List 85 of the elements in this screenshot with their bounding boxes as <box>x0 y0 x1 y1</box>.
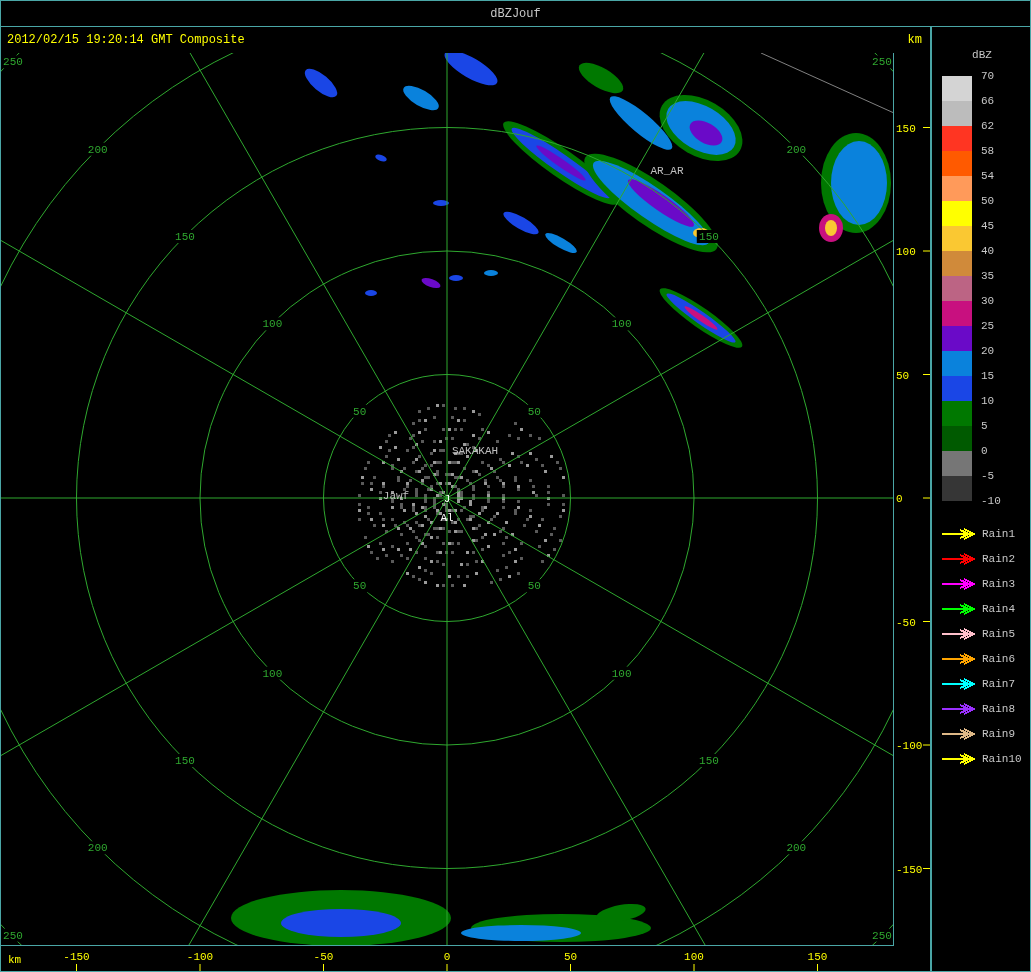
range-ring-label: 200 <box>87 842 108 855</box>
place-label: J <box>443 493 451 505</box>
scale-label: 25 <box>981 319 996 334</box>
range-ring-label: 200 <box>786 842 807 855</box>
track-label: Rain6 <box>982 652 1015 667</box>
axis-tick <box>323 963 324 971</box>
range-ring-label: 150 <box>699 231 719 243</box>
range-ring-label: 100 <box>611 667 632 680</box>
x-axis-label: -150 <box>63 951 90 963</box>
scale-label: 0 <box>981 444 989 459</box>
range-ring-label: 150 <box>175 231 195 243</box>
axis-tick <box>922 621 930 622</box>
track-label: Rain5 <box>982 627 1015 642</box>
axis-tick <box>922 497 930 499</box>
track-label: Rain2 <box>982 552 1015 567</box>
range-ring-label: 100 <box>262 318 283 331</box>
y-axis-label: -50 <box>896 616 916 629</box>
scale-label: 5 <box>981 419 989 434</box>
y-axis-label: -100 <box>896 740 923 752</box>
axis-tick <box>922 250 930 252</box>
place-label: Jawf <box>382 490 410 502</box>
x-axis-label: 150 <box>807 951 828 963</box>
x-axis-label: 100 <box>684 951 704 963</box>
y-axis-label: 50 <box>896 369 910 382</box>
range-ring-label: 100 <box>611 318 632 331</box>
range-ring-label: 100 <box>262 667 283 680</box>
range-ring-label: 50 <box>353 405 367 418</box>
axis-tick <box>570 963 571 971</box>
window-title: dBZJouf <box>490 6 541 21</box>
axis-tick <box>446 963 448 971</box>
track-label: Rain3 <box>982 577 1015 592</box>
scale-label: -5 <box>981 469 996 484</box>
range-ring-label: 50 <box>353 580 367 593</box>
scale-label: -10 <box>981 494 1001 509</box>
range-ring-label: 250 <box>872 56 892 69</box>
scale-label: 15 <box>981 369 996 384</box>
track-label: Rain1 <box>982 527 1015 542</box>
y-axis-label: -150 <box>896 863 923 876</box>
scale-label: 54 <box>981 169 996 184</box>
track-label: Rain8 <box>982 702 1015 717</box>
scale-label: 50 <box>981 194 996 209</box>
y-axis-label: 0 <box>896 493 903 505</box>
track-label: Rain9 <box>982 727 1015 742</box>
range-ring-label: 50 <box>527 405 541 418</box>
scale-label: 70 <box>981 69 996 84</box>
y-axis-label: 100 <box>896 246 916 258</box>
axis-unit-label: km <box>8 954 22 966</box>
axis-tick <box>76 963 77 971</box>
y-axis-label: 150 <box>896 122 916 135</box>
scale-label: 20 <box>981 344 996 359</box>
x-axis-label: -100 <box>186 951 214 963</box>
axis-tick <box>922 744 930 746</box>
timestamp-label: 2012/02/15 19:20:14 GMT Composite <box>7 33 245 47</box>
scale-label: 58 <box>981 144 996 159</box>
axis-tick <box>199 963 201 971</box>
legend-unit: dBZ <box>972 49 992 61</box>
scale-label: 35 <box>981 269 996 284</box>
scale-label: 45 <box>981 219 996 234</box>
axis-unit-label: km <box>907 33 922 47</box>
x-axis-label: 50 <box>563 951 578 963</box>
scale-label: 66 <box>981 94 996 109</box>
place-label: Al <box>440 512 454 524</box>
axis-tick <box>922 868 930 869</box>
axis-tick <box>922 374 930 375</box>
range-ring-label: 250 <box>3 56 23 69</box>
range-ring-label: 250 <box>3 929 23 942</box>
scale-label: 30 <box>981 294 996 309</box>
axis-tick <box>922 127 930 128</box>
track-label: Rain4 <box>982 602 1015 617</box>
range-ring-label: 250 <box>872 929 892 942</box>
range-ring-label: 150 <box>699 755 719 767</box>
x-axis-label: -50 <box>313 951 334 963</box>
range-ring-label: 150 <box>175 755 195 767</box>
scale-label: 10 <box>981 394 996 409</box>
track-label: Rain7 <box>982 677 1015 692</box>
range-ring-label: 200 <box>87 143 108 156</box>
axis-tick <box>693 963 695 971</box>
x-axis-label: 0 <box>443 951 451 963</box>
scale-label: 62 <box>981 119 996 134</box>
track-label: Rain10 <box>982 752 1022 767</box>
range-ring-label: 50 <box>527 580 541 593</box>
range-ring-label: 200 <box>786 143 807 156</box>
scale-label: 40 <box>981 244 996 259</box>
axis-tick <box>817 963 818 971</box>
place-label: AR_AR <box>650 165 684 177</box>
